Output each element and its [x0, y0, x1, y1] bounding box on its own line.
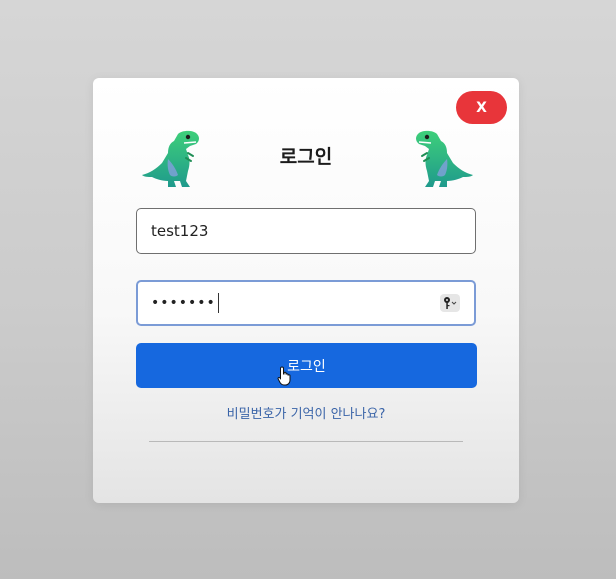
close-button[interactable]: X — [456, 91, 507, 124]
password-value: ••••••• — [151, 295, 216, 311]
hand-pointer-icon — [277, 366, 293, 386]
key-icon[interactable] — [440, 294, 460, 312]
username-value: test123 — [151, 222, 209, 240]
dinosaur-icon — [411, 129, 477, 191]
forgot-password-link[interactable]: 비밀번호가 기억이 안나나요? — [93, 403, 519, 422]
login-modal: X 로그인 test123 ••••••• 로그인 비밀번호가 기억이 안나나요… — [93, 78, 519, 503]
password-input[interactable]: ••••••• — [136, 280, 476, 326]
username-input[interactable]: test123 — [136, 208, 476, 254]
login-button[interactable]: 로그인 — [136, 343, 477, 388]
divider — [149, 441, 463, 442]
text-caret — [217, 293, 219, 313]
